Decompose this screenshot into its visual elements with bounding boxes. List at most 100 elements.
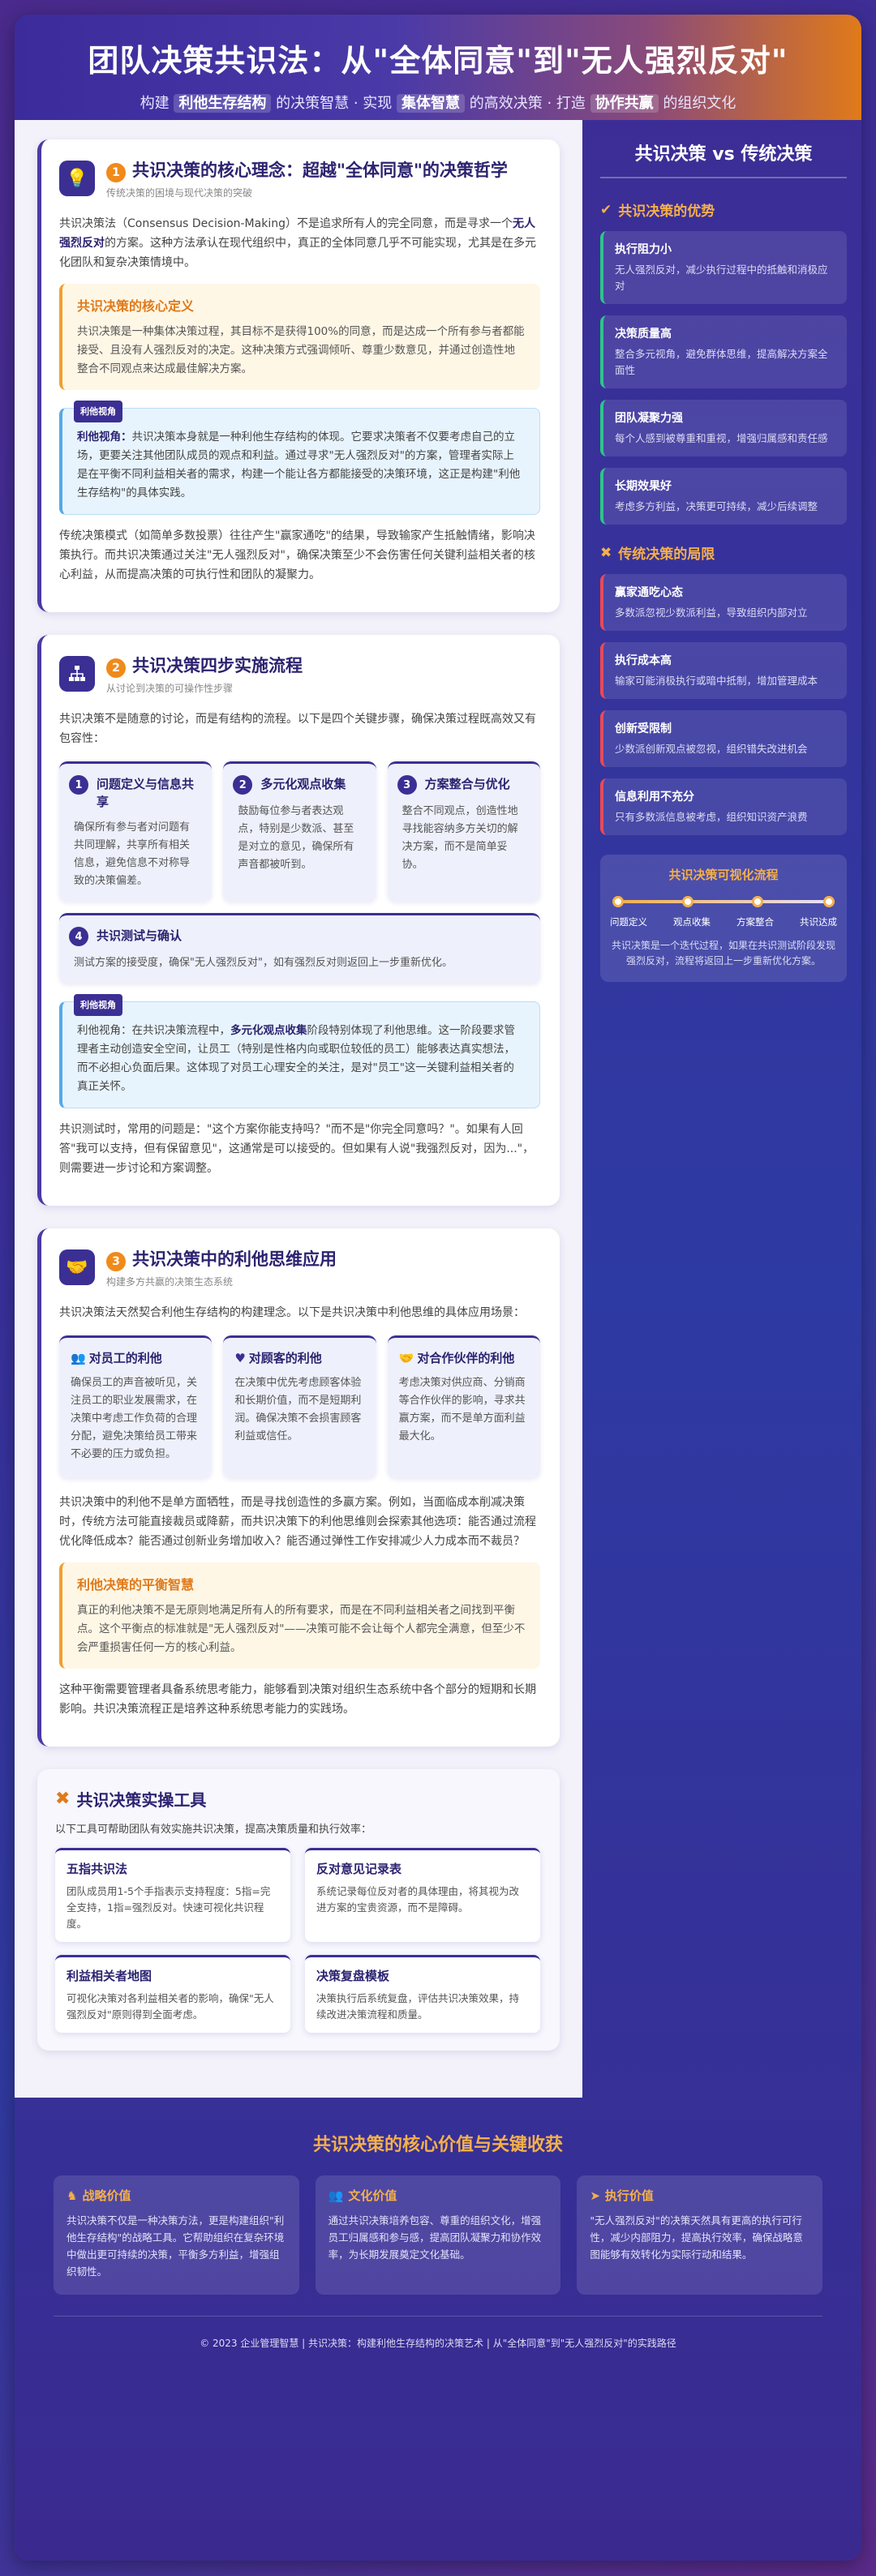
tool-body: 决策执行后系统复盘，评估共识决策效果，持续改进决策流程和质量。 [316, 1992, 520, 2021]
limits-title: 传统决策的局限 [618, 546, 715, 563]
value-title: 战略价值 [82, 2188, 131, 2203]
value-title: 执行价值 [604, 2188, 654, 2203]
flow-label: 观点收集 [673, 916, 711, 928]
sidebar: 共识决策 vs 传统决策 ✔ 共识决策的优势 执行阻力小 无人强烈反对，减少执行过程… [582, 120, 861, 2098]
limit-title: 信息利用不充分 [615, 791, 694, 804]
value-card-execution: ➤ 执行价值 "无人强烈反对"的决策天然具有更高的执行可行性，减少内部阻力，提高执… [577, 2175, 823, 2295]
text: 的方案。这种方法承认在现代组织中，真正的全体同意几乎不可能实现，尤其是在多元化团… [59, 237, 536, 269]
advantage-body: 每个人感到被尊重和重视，增强归属感和责任感 [615, 432, 828, 444]
tools-header: ✖ 共识决策实操工具 [55, 1787, 540, 1811]
paragraph: 这种平衡需要管理者具备系统思考能力，能够看到决策对组织生态系统中各个部分的短期和… [59, 1683, 536, 1716]
section-header: 2 共识决策四步实施流程 从讨论到决策的可操作性步骤 [59, 653, 540, 695]
step-title: 问题定义与信息共享 [97, 777, 195, 809]
text: 共识决策法（Consensus Decision-Making）不是追求所有人的… [59, 217, 513, 230]
flow-dot [823, 896, 835, 907]
footer: 共识决策的核心价值与关键收获 ♞ 战略价值 共识决策不仅是一种决策方法，更是构建组… [15, 2098, 861, 2350]
flow-bar [618, 900, 829, 903]
sitemap-icon [59, 656, 95, 692]
section-subtitle: 从讨论到决策的可操作性步骤 [106, 683, 234, 694]
tool-body: 系统记录每位反对者的具体理由，将其视为改进方案的宝贵资源，而不是障碍。 [316, 1885, 520, 1914]
limit-title: 赢家通吃心态 [615, 586, 683, 599]
note-highlight: 多元化观点收集 [230, 1024, 307, 1037]
chess-icon: ♞ [67, 2188, 78, 2203]
paragraph: 以下工具可帮助团队有效实施共识决策，提高决策质量和执行效率： [55, 1824, 372, 1836]
section-subtitle: 传统决策的困境与现代决策的突破 [106, 187, 253, 199]
copyright: © 2023 企业管理智慧 | 共识决策：构建利他生存结构的决策艺术 | 从"全… [54, 2316, 822, 2350]
paragraph: 共识决策法（Consensus Decision-Making）不是追求所有人的… [59, 214, 540, 272]
subtitle-keyword: 利他生存结构 [174, 94, 272, 113]
step-body: 整合不同观点，创造性地寻找能容纳多方关切的解决方案，而不是简单妥协。 [402, 805, 518, 871]
step-body: 鼓励每位参与者表达观点，特别是少数派、甚至是对立的意见，确保所有声音都被听到。 [238, 805, 354, 871]
altruism-tag: 利他视角 [74, 994, 122, 1016]
balance-body: 真正的利他决策不是无原则地满足所有人的所有要求，而是在不同利益相关者之间找到平衡… [77, 1604, 526, 1654]
definition-box: 共识决策的核心定义 共识决策是一种集体决策过程，其目标不是获得100%的同意，而… [59, 284, 540, 390]
subtitle-keyword: 协作共赢 [590, 94, 659, 113]
subtitle-part: 的高效决策 · 打造 [469, 95, 586, 112]
flow-label: 问题定义 [610, 916, 647, 928]
card-body: 在决策中优先考虑顾客体验和长期价值，而不是短期利润。确保决策不会损害顾客利益或信… [234, 1377, 362, 1442]
step-card: 1 问题定义与信息共享 确保所有参与者对问题有共同理解，共享所有相关信息，避免信息… [59, 761, 213, 902]
tool-title: 五指共识法 [67, 1862, 128, 1876]
advantage-body: 整合多元视角，避免群体思维，提高解决方案全面性 [615, 348, 828, 376]
advantage-title: 团队凝聚力强 [615, 412, 683, 425]
limit-item: 执行成本高 输家可能消极执行或暗中抵制，增加管理成本 [600, 642, 847, 699]
altruism-tag: 利他视角 [74, 401, 122, 422]
paragraph: 共识测试时，常用的问题是："这个方案你能支持吗？"而不是"你完全同意吗？"。如果… [59, 1123, 535, 1175]
flow-description: 共识决策是一个迭代过程，如果在共识测试阶段发现强烈反对，流程将返回上一步重新优化… [611, 940, 835, 967]
advantage-item: 长期效果好 考虑多方利益，决策更可持续，减少后续调整 [600, 468, 847, 525]
page-title: 团队决策共识法：从"全体同意"到"无人强烈反对" [88, 43, 788, 79]
body-wrap: 💡 1 共识决策的核心理念：超越"全体同意"的决策哲学 传统决策的困境与现代决策的… [15, 120, 861, 2098]
tool-body: 团队成员用1-5个手指表示支持程度：5指=完全支持，1指=强烈反对。快速可视化共… [67, 1885, 271, 1930]
subtitle-keyword: 集体智慧 [397, 94, 465, 113]
step-body: 测试方案的接受度，确保"无人强烈反对"，如有强烈反对则返回上一步重新优化。 [74, 957, 453, 969]
advantages-header: ✔ 共识决策的优势 [600, 199, 847, 221]
balance-box: 利他决策的平衡智慧 真正的利他决策不是无原则地满足所有人的所有要求，而是在不同利… [59, 1562, 540, 1669]
altruism-card-customer: ♥ 对顾客的利他 在决策中优先考虑顾客体验和长期价值，而不是短期利润。确保决策不会… [223, 1335, 376, 1478]
tool-body: 可视化决策对各利益相关者的影响，确保"无人强烈反对"原则得到全面考虑。 [67, 1992, 274, 2021]
card-title: 对合作伙伴的利他 [417, 1351, 515, 1365]
steps-row: 1 问题定义与信息共享 确保所有参与者对问题有共同理解，共享所有相关信息，避免信息… [59, 761, 540, 902]
definition-title: 共识决策的核心定义 [77, 298, 195, 314]
flow-line [612, 896, 835, 907]
section-number: 1 [106, 163, 126, 182]
advantage-title: 执行阻力小 [615, 243, 672, 256]
altruism-card-employee: 👥 对员工的利他 确保员工的声音被听见，关注员工的职业发展需求，在决策中考虑工作负… [59, 1335, 213, 1478]
tool-title: 决策复盘模板 [316, 1969, 390, 1983]
handshake-icon: 🤝 [59, 1249, 95, 1285]
step-card: 3 方案整合与优化 整合不同观点，创造性地寻找能容纳多方关切的解决方案，而不是简单… [387, 761, 540, 902]
subtitle-part: 构建 [140, 95, 170, 112]
footer-cards: ♞ 战略价值 共识决策不仅是一种决策方法，更是构建组织"利他生存结构"的战略工具。… [54, 2175, 823, 2295]
section-header: 💡 1 共识决策的核心理念：超越"全体同意"的决策哲学 传统决策的困境与现代决策的… [59, 157, 540, 199]
note-body: 利他视角：在共识决策流程中， [77, 1024, 230, 1037]
tool-card: 反对意见记录表 系统记录每位反对者的具体理由，将其视为改进方案的宝贵资源，而不是… [305, 1848, 540, 1942]
limit-body: 只有多数派信息被考虑，组织知识资产浪费 [615, 811, 808, 823]
tools-title: 共识决策实操工具 [76, 1790, 207, 1810]
flow-box: 共识决策可视化流程 问题定义 观点收集 方案整合 共识达成 共识决策是一个迭代过… [600, 855, 847, 982]
step-number: 3 [397, 775, 417, 795]
paragraph: 共识决策不是随意的讨论，而是有结构的流程。以下是四个关键步骤，确保决策过程既高效… [59, 713, 536, 745]
value-card-strategy: ♞ 战略价值 共识决策不仅是一种决策方法，更是构建组织"利他生存结构"的战略工具。… [54, 2175, 299, 2295]
main-column: 💡 1 共识决策的核心理念：超越"全体同意"的决策哲学 传统决策的困境与现代决策的… [15, 120, 582, 2098]
step-body: 确保所有参与者对问题有共同理解，共享所有相关信息，避免信息不对称导致的决策偏差。 [74, 821, 191, 887]
paragraph: 传统决策模式（如简单多数投票）往往产生"赢家通吃"的结果，导致输家产生抵触情绪，… [59, 529, 535, 581]
step-title: 共识测试与确认 [97, 928, 182, 943]
section-header: 🤝 3 共识决策中的利他思维应用 构建多方共赢的决策生态系统 [59, 1246, 540, 1288]
step-card: 4 共识测试与确认 测试方案的接受度，确保"无人强烈反对"，如有强烈反对则返回上一… [59, 913, 540, 984]
tools-icon: ✖ [55, 1789, 71, 1809]
people-icon: 👥 [328, 2188, 344, 2203]
paragraph: 共识决策中的利他不是单方面牺牲，而是寻找创造性的多赢方案。例如，当面临成本削减决… [59, 1496, 536, 1548]
subtitle-part: 的组织文化 [663, 95, 736, 112]
section-title: 共识决策的核心理念：超越"全体同意"的决策哲学 [132, 161, 508, 180]
header: 团队决策共识法：从"全体同意"到"无人强烈反对" 构建 利他生存结构 的决策智慧… [15, 15, 861, 120]
flow-title: 共识决策可视化流程 [668, 868, 779, 882]
flow-labels: 问题定义 观点收集 方案整合 共识达成 [610, 915, 837, 928]
flow-dot [681, 896, 694, 907]
advantage-title: 决策质量高 [615, 328, 672, 341]
step-number: 4 [69, 927, 88, 946]
tool-card: 五指共识法 团队成员用1-5个手指表示支持程度：5指=完全支持，1指=强烈反对。… [55, 1848, 290, 1942]
page: 团队决策共识法：从"全体同意"到"无人强烈反对" 构建 利他生存结构 的决策智慧… [0, 0, 876, 2576]
tool-title: 反对意见记录表 [316, 1862, 402, 1876]
rocket-icon: ➤ [590, 2188, 600, 2203]
page-subtitle: 构建 利他生存结构 的决策智慧 · 实现 集体智慧 的高效决策 · 打造 协作共… [15, 92, 861, 113]
step-title: 多元化观点收集 [260, 777, 346, 791]
